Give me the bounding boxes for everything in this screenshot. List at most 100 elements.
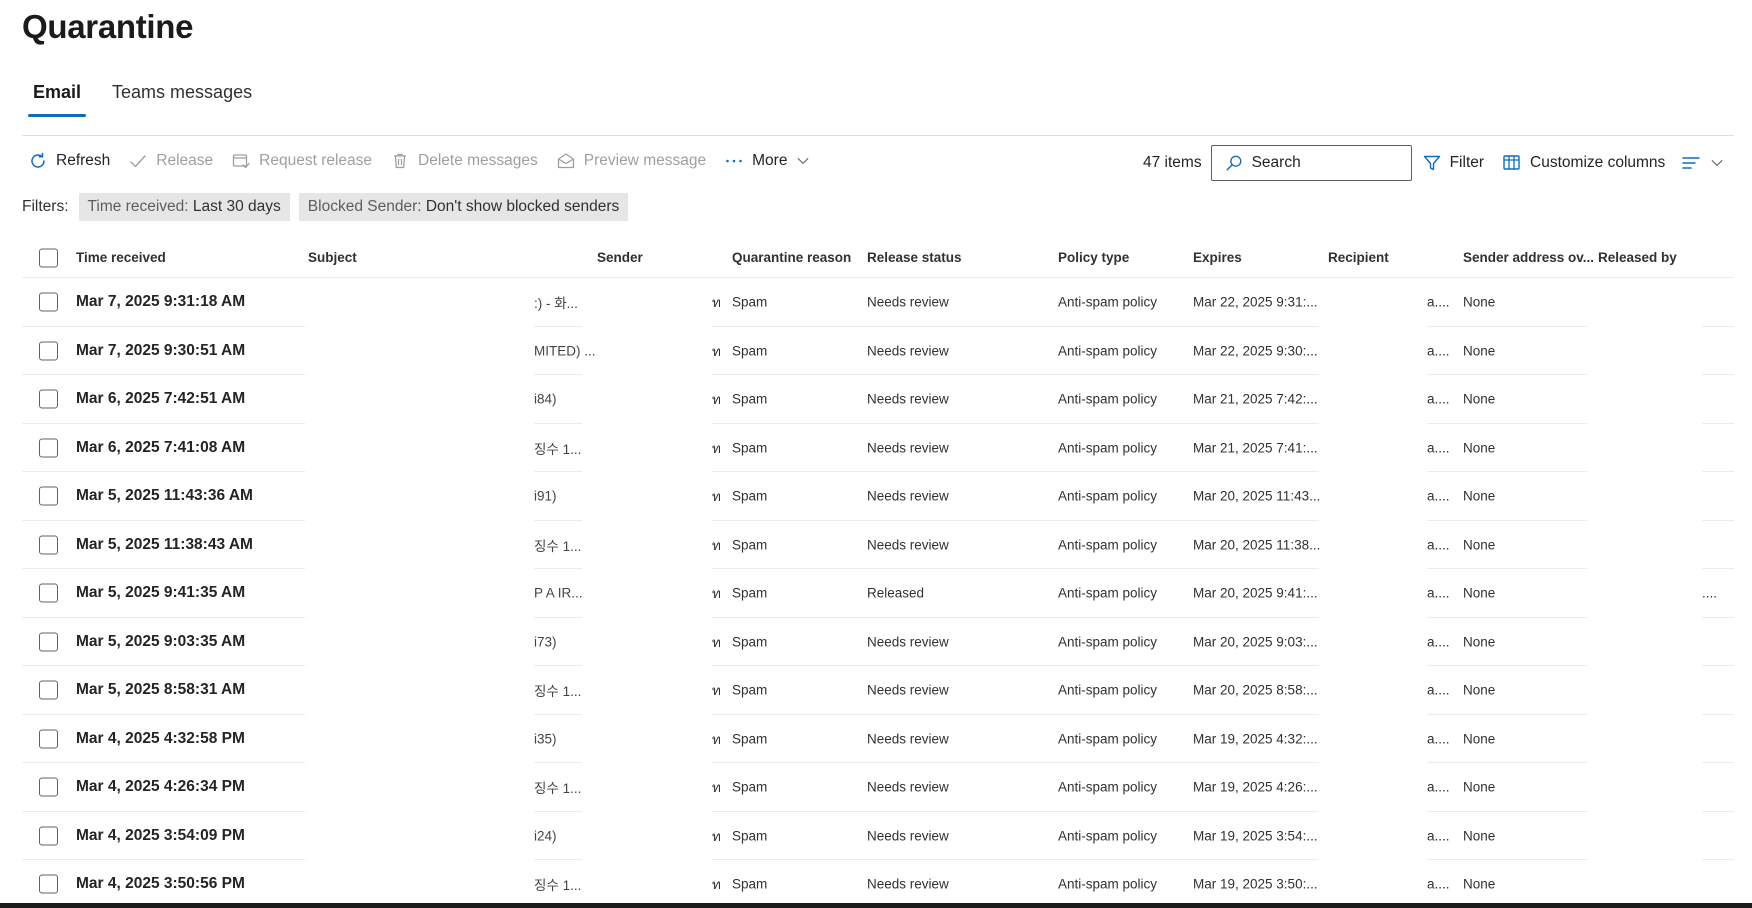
table-row[interactable]: Mar 7, 2025 9:30:51 AM MITED) ... ท Spam Nee…: [22, 327, 1734, 375]
cell-quarantine-reason: Spam: [732, 440, 768, 456]
row-checkbox[interactable]: [39, 632, 58, 652]
cell-sender: ท: [712, 634, 721, 650]
cell-expires: Mar 20, 2025 9:41:...: [1193, 585, 1318, 601]
request-release-button[interactable]: Request release: [231, 151, 372, 171]
cell-policy-type: Anti-spam policy: [1058, 585, 1158, 601]
delete-messages-button[interactable]: Delete messages: [390, 151, 538, 171]
row-checkbox[interactable]: [39, 583, 58, 603]
refresh-icon: [31, 152, 45, 168]
col-sender[interactable]: Sender: [597, 250, 643, 265]
table-row[interactable]: Mar 6, 2025 7:41:08 AM 징수 1... ท Spam Needs …: [22, 424, 1734, 472]
col-time-received[interactable]: Time received: [76, 250, 166, 265]
tab-email[interactable]: Email: [27, 82, 87, 117]
search-input[interactable]: [1251, 154, 1402, 172]
customize-columns-button[interactable]: Customize columns: [1502, 153, 1665, 173]
cell-time-received: Mar 5, 2025 11:43:36 AM: [76, 487, 253, 505]
cell-sender: ท: [712, 343, 721, 359]
cell-policy-type: Anti-spam policy: [1058, 731, 1158, 747]
checkbox-box[interactable]: [39, 389, 58, 409]
preview-message-button[interactable]: Preview message: [556, 151, 706, 171]
checkbox-box[interactable]: [39, 292, 58, 312]
cell-time-received: Mar 7, 2025 9:31:18 AM: [76, 293, 246, 311]
cell-sender-address-override: None: [1463, 488, 1496, 504]
table-row[interactable]: Mar 5, 2025 8:58:31 AM 징수 1... ท Spam Needs …: [22, 666, 1734, 715]
checkbox-box[interactable]: [39, 632, 58, 652]
row-checkbox[interactable]: [39, 535, 58, 555]
checkbox-box[interactable]: [39, 777, 58, 797]
table-row[interactable]: Mar 4, 2025 4:26:34 PM 징수 1... ท Spam Needs …: [22, 763, 1734, 812]
col-recipient[interactable]: Recipient: [1328, 250, 1389, 265]
checkbox-box[interactable]: [39, 729, 58, 749]
col-released-by[interactable]: Released by: [1598, 250, 1677, 265]
row-checkbox[interactable]: [39, 341, 58, 361]
row-checkbox[interactable]: [39, 680, 58, 700]
row-checkbox[interactable]: [39, 826, 58, 846]
cell-expires: Mar 21, 2025 7:42:...: [1193, 391, 1318, 407]
table-row[interactable]: Mar 7, 2025 9:31:18 AM:) - 화... ท Spam Need…: [22, 278, 1734, 327]
delete-messages-label: Delete messages: [418, 152, 538, 169]
cell-subject: i24): [534, 828, 557, 844]
cell-release-status: Needs review: [867, 440, 949, 456]
customize-columns-label: Customize columns: [1530, 154, 1666, 171]
col-quarantine-reason[interactable]: Quarantine reason: [732, 250, 851, 265]
cell-quarantine-reason: Spam: [732, 876, 768, 892]
cell-quarantine-reason: Spam: [732, 779, 768, 795]
checkbox-box[interactable]: [39, 826, 58, 846]
cell-time-received: Mar 5, 2025 11:38:43 AM: [76, 535, 253, 553]
window-bottom-edge: [0, 903, 1752, 908]
cell-recipient: a....: [1427, 828, 1450, 844]
filter-button[interactable]: Filter: [1422, 153, 1484, 173]
table-row[interactable]: Mar 6, 2025 7:42:51 AM i84) ท Spam Needs rev…: [22, 375, 1734, 424]
col-subject[interactable]: Subject: [308, 250, 357, 265]
row-checkbox[interactable]: [39, 438, 58, 458]
cell-policy-type: Anti-spam policy: [1058, 440, 1158, 456]
table-row[interactable]: Mar 5, 2025 11:43:36 AM i91) ท Spam Needs re…: [22, 472, 1734, 521]
filter-pill-blocked-sender[interactable]: Blocked Sender: Don't show blocked sende…: [298, 193, 629, 221]
filter-pill-key: Time received:: [87, 198, 189, 215]
cell-release-status: Needs review: [867, 634, 949, 650]
row-checkbox[interactable]: [39, 292, 58, 312]
checkbox-box[interactable]: [39, 486, 58, 506]
table-row[interactable]: Mar 4, 2025 4:32:58 PM i35) ท Spam Needs rev…: [22, 715, 1734, 763]
col-expires[interactable]: Expires: [1193, 250, 1242, 265]
group-list-button[interactable]: [1681, 153, 1725, 173]
cell-release-status: Needs review: [867, 682, 949, 698]
select-all-checkbox[interactable]: [39, 248, 58, 267]
col-release-status[interactable]: Release status: [867, 250, 962, 265]
checkbox-box[interactable]: [39, 583, 58, 603]
cell-sender: ท: [712, 537, 721, 553]
chevron-down-icon: [1711, 160, 1723, 166]
table-row[interactable]: Mar 5, 2025 9:41:35 AM P A IR... ท Spam Rele…: [22, 569, 1734, 618]
tab-teams-messages[interactable]: Teams messages: [112, 82, 252, 117]
checkbox-box[interactable]: [39, 248, 58, 267]
checkbox-box[interactable]: [39, 874, 58, 894]
row-checkbox[interactable]: [39, 729, 58, 749]
table-row[interactable]: Mar 5, 2025 11:38:43 AM 징수 1... ท Spam Needs…: [22, 521, 1734, 569]
row-checkbox[interactable]: [39, 874, 58, 894]
checkbox-box[interactable]: [39, 341, 58, 361]
filter-pill-time-received[interactable]: Time received: Last 30 days: [78, 193, 290, 221]
table-row[interactable]: Mar 5, 2025 9:03:35 AM i73) ท Spam Needs rev…: [22, 618, 1734, 666]
search-box[interactable]: [1210, 145, 1412, 181]
row-checkbox[interactable]: [39, 777, 58, 797]
cell-subject: 징수 1...: [534, 538, 582, 554]
cell-expires: Mar 20, 2025 11:43...: [1193, 488, 1321, 504]
cell-sender: ท: [712, 877, 721, 893]
more-button[interactable]: More: [724, 151, 811, 171]
row-checkbox[interactable]: [39, 389, 58, 409]
cell-subject: 징수 1...: [534, 781, 582, 797]
refresh-button[interactable]: Refresh: [28, 151, 110, 171]
checkbox-box[interactable]: [39, 438, 58, 458]
row-checkbox[interactable]: [39, 486, 58, 506]
cell-sender: ท: [712, 828, 721, 844]
col-sender-address-override[interactable]: Sender address ov...: [1463, 250, 1594, 265]
refresh-label: Refresh: [56, 152, 111, 169]
release-button[interactable]: Release: [128, 151, 213, 171]
checkbox-box[interactable]: [39, 535, 58, 555]
cell-quarantine-reason: Spam: [732, 537, 768, 553]
table-row[interactable]: Mar 4, 2025 3:50:56 PM 징수 1... ท Spam Needs …: [22, 860, 1734, 908]
col-policy-type[interactable]: Policy type: [1058, 250, 1129, 265]
table-row[interactable]: Mar 4, 2025 3:54:09 PM i24) ท Spam Needs rev…: [22, 812, 1734, 860]
checkbox-box[interactable]: [39, 680, 58, 700]
cell-expires: Mar 19, 2025 4:26:...: [1193, 779, 1318, 795]
